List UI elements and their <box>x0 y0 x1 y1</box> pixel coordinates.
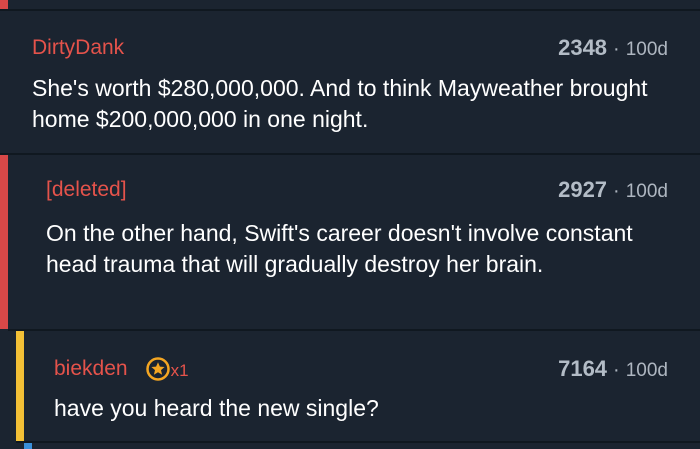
comment-age: 100d <box>625 360 668 381</box>
separator: · <box>613 359 620 381</box>
comment[interactable]: [deleted] 2927 · 100d On the other hand,… <box>0 155 700 329</box>
comment[interactable]: DirtyDank 2348 · 100d She's worth $280,0… <box>0 11 700 153</box>
thread-depth-bar <box>16 331 24 441</box>
author-name[interactable]: DirtyDank <box>32 36 124 60</box>
award-count: x1 <box>170 361 189 380</box>
comment-meta: biekden x1 7164 · 100d <box>54 355 700 383</box>
comment-body: On the other hand, Swift's career doesn'… <box>46 220 633 277</box>
comment-body: have you heard the new single? <box>54 395 379 421</box>
separator: · <box>613 180 620 202</box>
divider <box>16 441 700 443</box>
score-age: 2927 · 100d <box>558 177 668 203</box>
score: 2348 <box>558 35 608 60</box>
score-age: 7164 · 100d <box>558 356 668 382</box>
score-age: 2348 · 100d <box>558 35 668 61</box>
star-award-icon <box>145 357 170 381</box>
separator: · <box>613 38 620 60</box>
thread-bar-next <box>24 443 32 449</box>
comment-meta: [deleted] 2927 · 100d <box>46 177 700 203</box>
score: 2927 <box>558 177 608 202</box>
comment-meta: DirtyDank 2348 · 100d <box>32 35 700 61</box>
comment-thread: DirtyDank 2348 · 100d She's worth $280,0… <box>0 0 700 449</box>
author-name[interactable]: [deleted] <box>46 178 127 202</box>
comment[interactable]: biekden x1 7164 · 100d have you heard th… <box>16 331 700 441</box>
comment-age: 100d <box>625 181 668 202</box>
author-name[interactable]: biekden <box>54 357 128 381</box>
award-badge[interactable]: x1 <box>145 357 189 381</box>
comment-body: She's worth $280,000,000. And to think M… <box>32 75 648 132</box>
score: 7164 <box>558 356 608 381</box>
thread-depth-bar <box>0 155 8 329</box>
comment-age: 100d <box>625 39 668 60</box>
